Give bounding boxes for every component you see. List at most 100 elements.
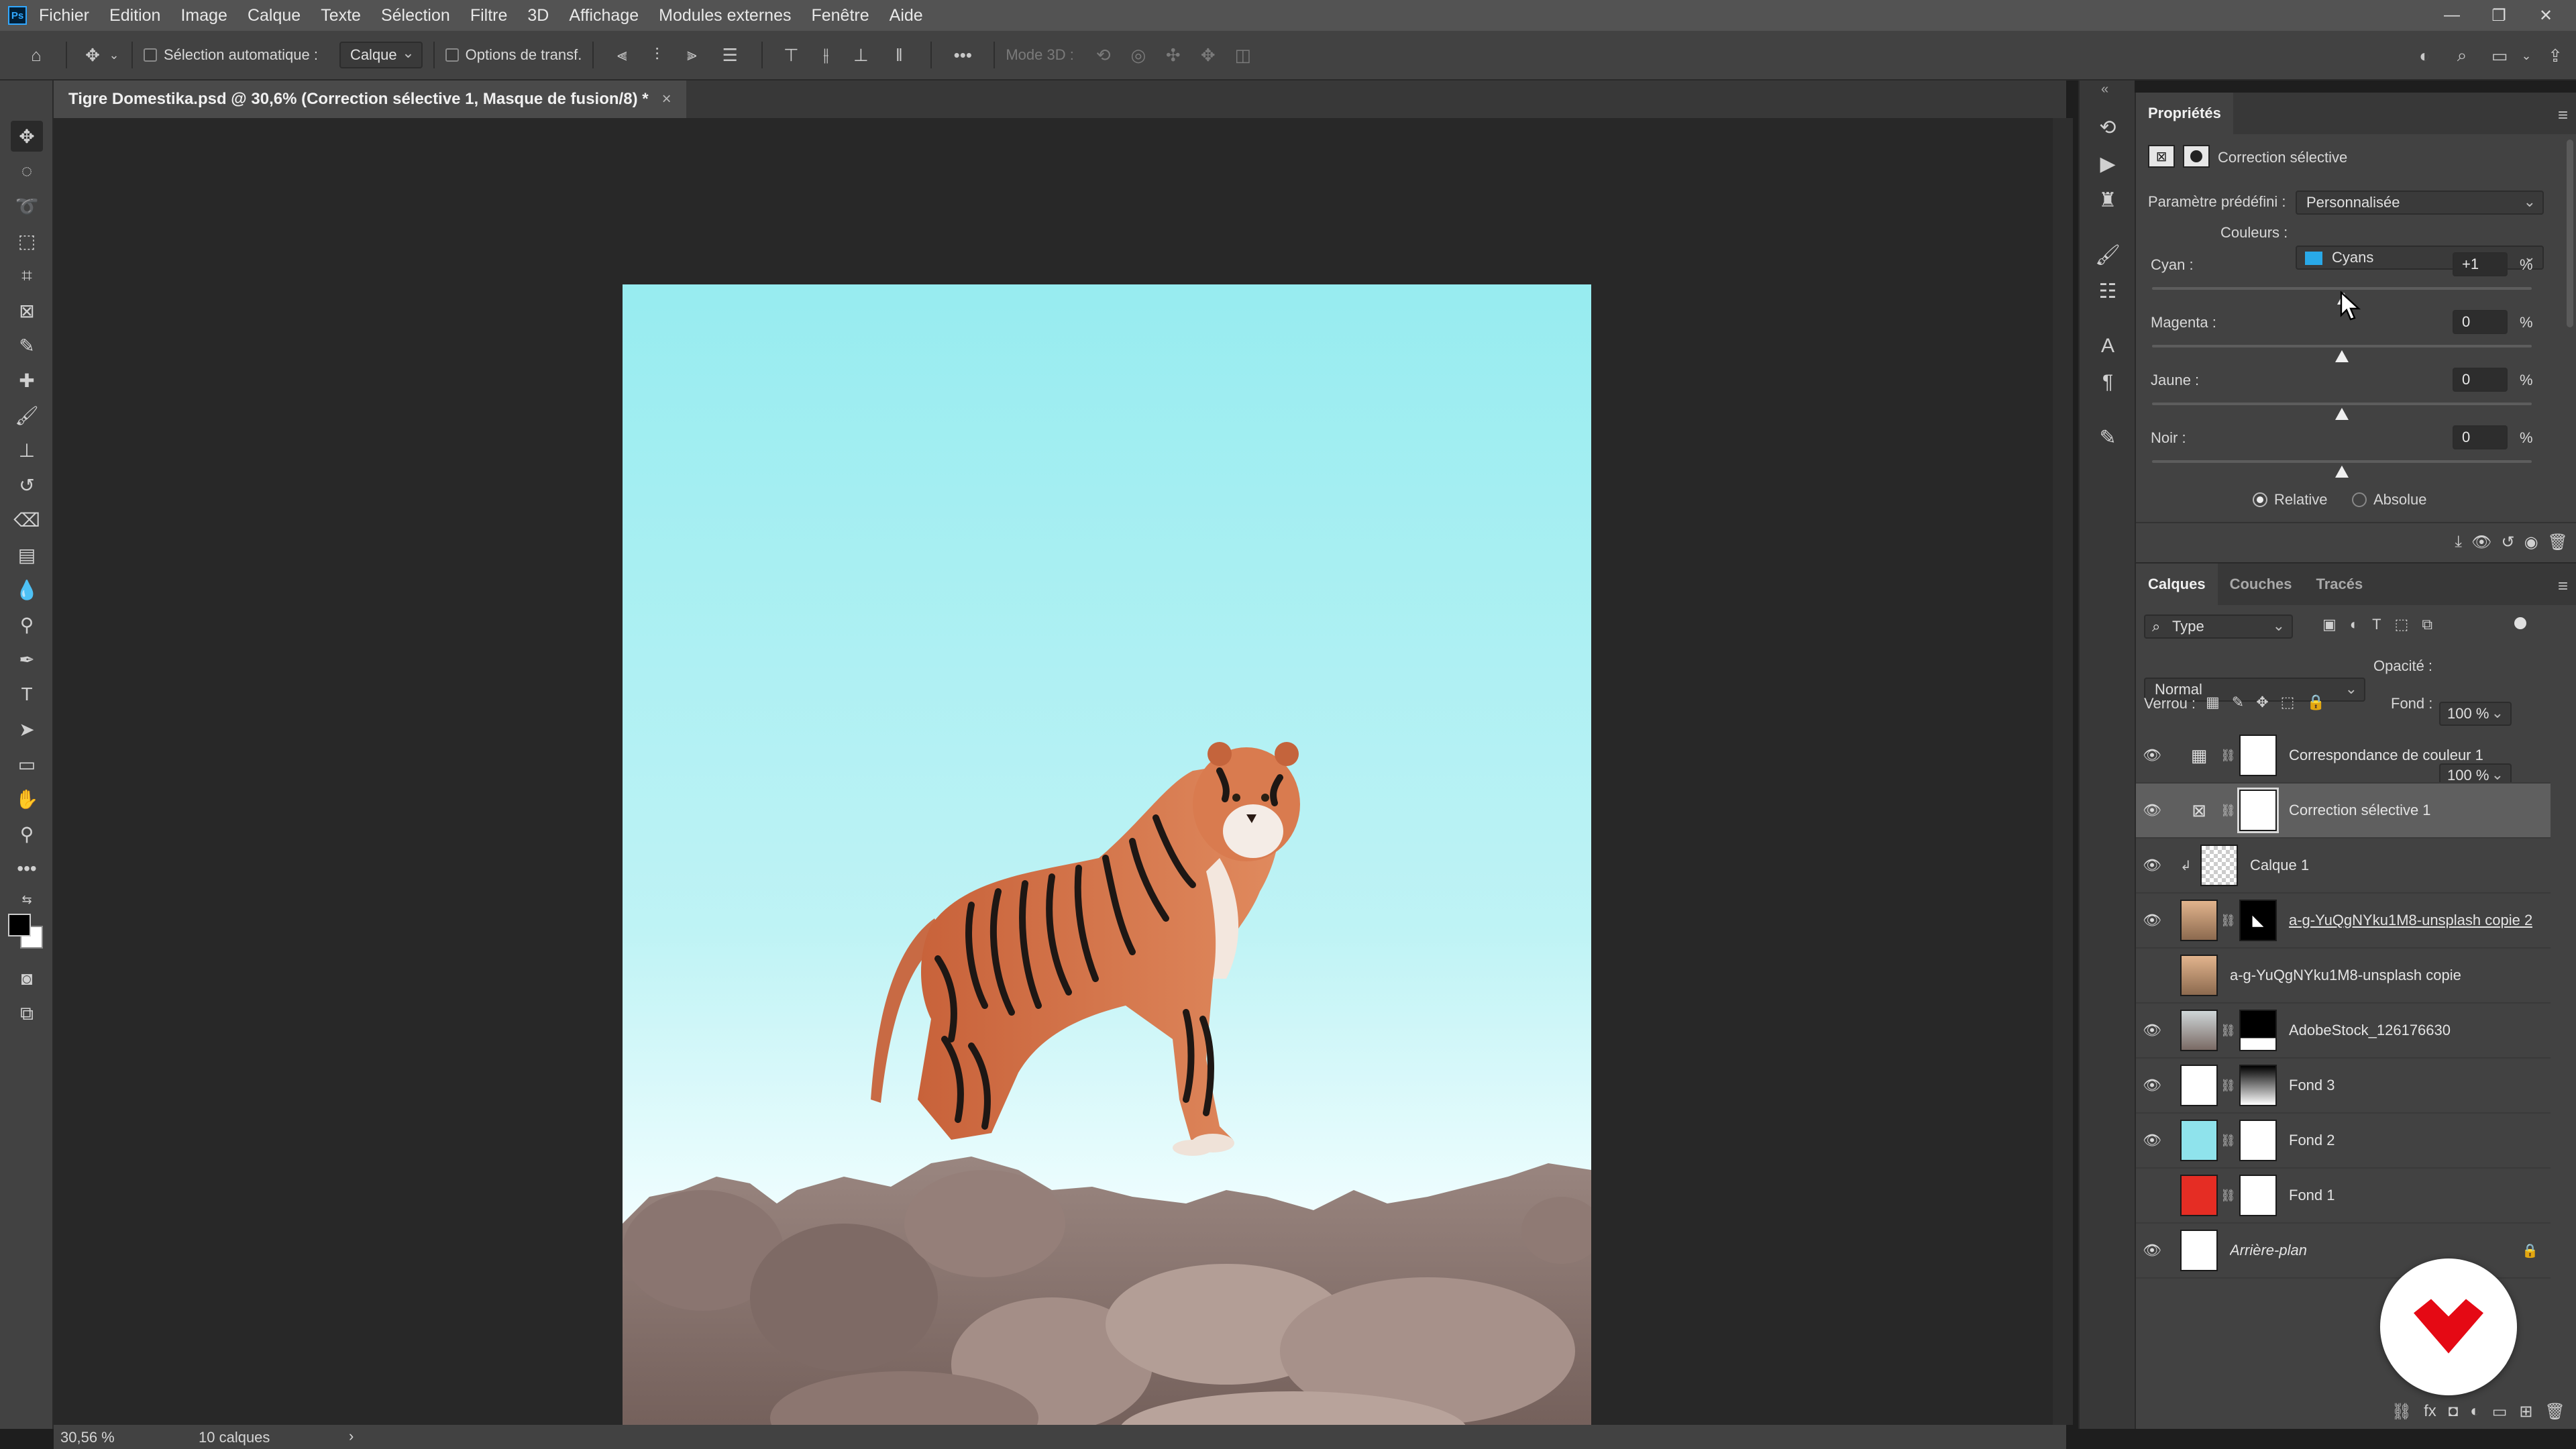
cyan-input[interactable]: +1 — [2453, 252, 2508, 276]
chain-link-icon[interactable]: ⛓ — [2220, 914, 2236, 928]
workspace-icon[interactable]: ▭ — [2481, 46, 2518, 66]
visibility-eye-icon[interactable]: 👁 — [2136, 728, 2168, 783]
lock-icon[interactable]: 🔒 — [2522, 1242, 2538, 1259]
add-mask-icon[interactable]: ◘ — [2449, 1402, 2459, 1421]
close-tab-icon[interactable]: × — [662, 90, 672, 109]
search-icon[interactable]: ⌕ — [2443, 45, 2481, 66]
color-fill-thumbnail[interactable] — [2180, 1065, 2218, 1106]
new-layer-icon[interactable]: ⊞ — [2519, 1402, 2532, 1421]
cyan-slider[interactable] — [2152, 287, 2532, 290]
notes-panel-icon[interactable]: ✎ — [2092, 421, 2124, 453]
transform-controls-option[interactable]: Options de transf. — [445, 38, 582, 72]
layer-row-adobestock[interactable]: 👁 ⛓ AdobeStock_126176630 — [2136, 1004, 2551, 1059]
auto-select-target-dropdown[interactable]: Calque — [339, 42, 423, 68]
move-tool-icon[interactable]: ✥ — [78, 45, 107, 66]
noir-input[interactable]: 0 — [2453, 425, 2508, 449]
align-top-icon[interactable]: ⊤ — [773, 45, 808, 66]
layer-mask-thumbnail[interactable] — [2239, 1175, 2277, 1216]
lock-pixels-icon[interactable]: ✎ — [2232, 694, 2244, 711]
jaune-slider-thumb[interactable] — [2335, 408, 2349, 420]
frame-tool-icon[interactable]: ⊠ — [11, 295, 43, 326]
crop-tool-icon[interactable]: ⌗ — [11, 260, 43, 291]
character-panel-icon[interactable]: A — [2092, 330, 2124, 362]
layer-name[interactable]: AdobeStock_126176630 — [2289, 1022, 2451, 1039]
photo-thumbnail[interactable] — [2180, 900, 2218, 941]
move-tool-icon[interactable]: ✥ — [11, 121, 43, 152]
visibility-eye-icon[interactable]: 👁 — [2136, 783, 2168, 838]
color-fill-thumbnail[interactable] — [2180, 1120, 2218, 1161]
lock-all-icon[interactable]: 🔒 — [2306, 694, 2324, 711]
noir-slider[interactable] — [2152, 460, 2532, 463]
layer-name[interactable]: Calque 1 — [2250, 857, 2309, 874]
document-tab[interactable]: Tigre Domestika.psd @ 30,6% (Correction … — [54, 80, 686, 118]
edit-toolbar-icon[interactable]: ••• — [11, 853, 43, 884]
status-expand-arrow[interactable]: › — [349, 1428, 354, 1445]
visibility-toggle-empty[interactable]: 👁 — [2136, 1168, 2168, 1223]
delete-adjustment-icon[interactable]: 🗑 — [2548, 533, 2568, 552]
transparent-layer-thumbnail[interactable] — [2200, 845, 2238, 886]
layer-mask-thumbnail[interactable] — [2239, 1065, 2277, 1106]
home-icon[interactable]: ⌂ — [17, 45, 55, 66]
filter-smart-object-icon[interactable]: ⧉ — [2422, 616, 2432, 633]
canvas-vertical-scrollbar[interactable] — [2053, 118, 2073, 1425]
layer-name[interactable]: a-g-YuQgNYku1M8-unsplash copie — [2230, 967, 2461, 984]
glyphs-panel-icon[interactable]: ♜ — [2092, 184, 2124, 216]
visibility-toggle-empty[interactable]: 👁 — [2136, 948, 2168, 1003]
brush-settings-icon[interactable]: 🖌 — [2092, 239, 2124, 271]
menu-aide[interactable]: Aide — [890, 6, 923, 25]
layer-row-unsplash-copie[interactable]: 👁 a-g-YuQgNYku1M8-unsplash copie — [2136, 949, 2551, 1004]
actions-play-icon[interactable]: ▶ — [2092, 148, 2124, 180]
learn-icon[interactable]: ◐ — [2406, 46, 2443, 66]
layer-row-unsplash-copie-2[interactable]: 👁 ⛓ ◣ a-g-YuQgNYku1M8-unsplash copie 2 — [2136, 894, 2551, 949]
quick-mask-icon[interactable]: ◙ — [11, 963, 43, 994]
tab-properties[interactable]: Propriétés — [2136, 93, 2233, 134]
layer-name[interactable]: Fond 2 — [2289, 1132, 2335, 1149]
brush-tool-icon[interactable]: 🖌 — [11, 400, 43, 431]
relative-radio[interactable] — [2253, 492, 2267, 507]
pen-tool-icon[interactable]: ✒ — [11, 644, 43, 675]
clone-stamp-tool-icon[interactable]: ⊥ — [11, 435, 43, 466]
menu-fenetre[interactable]: Fenêtre — [811, 6, 869, 25]
paragraph-panel-icon[interactable]: ¶ — [2092, 366, 2124, 398]
background-layer-thumbnail[interactable] — [2180, 1230, 2218, 1271]
layer-name[interactable]: Arrière-plan — [2230, 1242, 2307, 1259]
layer-name[interactable]: a-g-YuQgNYku1M8-unsplash copie 2 — [2289, 912, 2532, 929]
menu-3d[interactable]: 3D — [527, 6, 549, 25]
foreground-color-chip[interactable] — [8, 914, 31, 936]
new-group-icon[interactable]: ▭ — [2492, 1402, 2508, 1421]
layer-style-icon[interactable]: fx — [2424, 1402, 2436, 1421]
layer-name[interactable]: Correspondance de couleur 1 — [2289, 747, 2483, 764]
filter-adjustment-icon[interactable]: ◐ — [2350, 616, 2359, 633]
layer-name[interactable]: Correction sélective 1 — [2289, 802, 2431, 819]
default-colors-icon[interactable]: ⇆ — [11, 890, 43, 910]
path-selection-tool-icon[interactable]: ➤ — [11, 714, 43, 745]
healing-brush-tool-icon[interactable]: ✚ — [11, 365, 43, 396]
properties-scrollbar[interactable] — [2567, 140, 2573, 327]
auto-select-option[interactable]: Sélection automatique : — [144, 38, 318, 72]
method-absolute-option[interactable]: Absolue — [2352, 491, 2427, 508]
delete-layer-icon[interactable]: 🗑 — [2545, 1402, 2565, 1421]
layer-row-fond-2[interactable]: 👁 ⛓ Fond 2 — [2136, 1114, 2551, 1169]
history-brush-tool-icon[interactable]: ↺ — [11, 470, 43, 500]
method-relative-option[interactable]: Relative — [2253, 491, 2327, 508]
chain-link-icon[interactable]: ⛓ — [2220, 1189, 2236, 1203]
jaune-input[interactable]: 0 — [2453, 368, 2508, 392]
canvas-area[interactable] — [54, 118, 2066, 1449]
marquee-tool-icon[interactable]: ◌ — [11, 156, 43, 186]
layer-row-correction-selective[interactable]: 👁 ⊠ ⛓ Correction sélective 1 — [2136, 784, 2551, 839]
distribute-icon[interactable]: ☰ — [709, 45, 751, 66]
distribute-vertical-icon[interactable]: ‖ — [878, 45, 920, 66]
menu-fichier[interactable]: Fichier — [39, 6, 89, 25]
magenta-slider[interactable] — [2152, 345, 2532, 347]
tab-calques[interactable]: Calques — [2136, 564, 2218, 605]
screen-mode-icon[interactable]: ⧉ — [11, 998, 43, 1029]
layer-mask-thumbnail[interactable] — [2239, 735, 2277, 776]
menu-filtre[interactable]: Filtre — [470, 6, 508, 25]
align-center-icon[interactable]: ⫶ — [639, 44, 674, 66]
chain-link-icon[interactable]: ⛓ — [2220, 749, 2236, 763]
visibility-eye-icon[interactable]: 👁 — [2136, 893, 2168, 948]
menu-selection[interactable]: Sélection — [381, 6, 450, 25]
menu-calque[interactable]: Calque — [248, 6, 301, 25]
layer-filter-dropdown[interactable]: ⌕ Type — [2144, 614, 2293, 639]
object-selection-tool-icon[interactable]: ⬚ — [11, 225, 43, 256]
